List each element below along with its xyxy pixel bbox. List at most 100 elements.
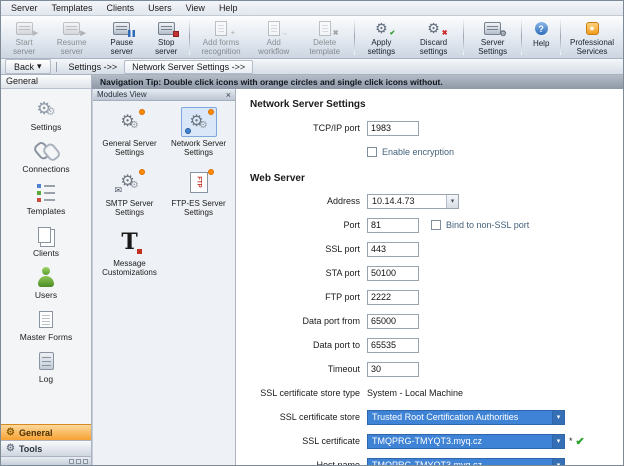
- sidebar-item-templates[interactable]: Templates: [1, 177, 91, 219]
- module-ftp-es-server-settings[interactable]: FTP FTP-ES Server Settings: [164, 167, 233, 217]
- mini-section-icon[interactable]: [69, 459, 74, 464]
- menu-clients[interactable]: Clients: [100, 2, 142, 14]
- page-title: Network Server Settings: [250, 99, 623, 110]
- sidebar-item-clients[interactable]: Clients: [1, 219, 91, 261]
- sidebar-item-users[interactable]: Users: [1, 261, 91, 303]
- data-port-to-row: Data port to: [236, 335, 623, 355]
- apply-settings-button[interactable]: ⚙✔ Apply settings: [357, 17, 406, 57]
- professional-services-button[interactable]: ★ Professional Services: [563, 17, 621, 57]
- stop-server-button[interactable]: Stop server: [145, 17, 187, 57]
- settings-content: Network Server Settings TCP/IP port Enab…: [236, 89, 623, 465]
- enable-encryption-row: Enable encryption: [236, 142, 623, 162]
- pause-server-button[interactable]: Pause server: [98, 17, 145, 57]
- module-label: Network Server Settings: [167, 139, 231, 157]
- toolbar: ▶ Start server ▶ Resume server Pause ser…: [1, 16, 623, 59]
- sta-port-input[interactable]: [367, 266, 419, 281]
- ssl-certificate-store-combobox[interactable]: Trusted Root Certification Authorities ▾: [367, 410, 565, 425]
- toolbar-separator: [463, 19, 464, 55]
- ssl-certificate-combobox[interactable]: TMQPRG-TMYQT3.myq.cz ▾: [367, 434, 565, 449]
- orange-circle-icon: [139, 109, 145, 115]
- sidebar-item-label: Users: [35, 290, 57, 300]
- sidebar-item-master-forms[interactable]: Master Forms: [1, 303, 91, 345]
- menu-users[interactable]: Users: [141, 2, 179, 14]
- tools-icon: ⚙: [6, 444, 15, 454]
- module-smtp-server-settings[interactable]: ⚙⚙ ✉ SMTP Server Settings: [95, 167, 164, 217]
- add-workflow-button[interactable]: → Add workflow: [250, 17, 297, 57]
- sta-port-row: STA port: [236, 263, 623, 283]
- sidebar-item-label: Settings: [31, 122, 62, 132]
- cert-store-type-row: SSL certificate store type System - Loca…: [236, 383, 623, 403]
- stacked-documents-icon: [38, 223, 55, 247]
- sidebar-item-label: Connections: [22, 164, 69, 174]
- menu-view[interactable]: View: [179, 2, 212, 14]
- host-name-combobox[interactable]: TMQPRG-TMYQT3.myq.cz ▾: [367, 458, 565, 466]
- address-combobox[interactable]: 10.14.4.73 ▾: [367, 194, 459, 209]
- combo-value: TMQPRG-TMYQT3.myq.cz: [368, 460, 552, 465]
- field-label: STA port: [248, 268, 360, 278]
- toolbar-button-label: Pause server: [102, 38, 141, 56]
- sidebar-section-tools[interactable]: ⚙ Tools: [1, 440, 91, 456]
- help-button[interactable]: ? Help: [524, 17, 558, 57]
- field-label: Data port to: [248, 340, 360, 350]
- enable-encryption-checkbox[interactable]: [367, 147, 377, 157]
- menu-help[interactable]: Help: [212, 2, 245, 14]
- breadcrumb-network-server-settings[interactable]: Network Server Settings ->>: [124, 60, 253, 74]
- pause-server-icon: [110, 20, 134, 36]
- chevron-down-icon[interactable]: ▾: [552, 435, 564, 448]
- module-label: General Server Settings: [98, 139, 162, 157]
- breadcrumb-settings[interactable]: Settings ->>: [62, 61, 125, 73]
- module-general-server-settings[interactable]: ⚙⚙ General Server Settings: [95, 107, 164, 157]
- data-port-from-input[interactable]: [367, 314, 419, 329]
- module-label: SMTP Server Settings: [98, 199, 162, 217]
- chevron-down-icon[interactable]: ▾: [446, 195, 458, 208]
- field-label: Data port from: [248, 316, 360, 326]
- sidebar-item-settings[interactable]: ⚙⚙ Settings: [1, 93, 91, 135]
- toolbar-button-label: Stop server: [149, 38, 183, 56]
- field-label: Port: [248, 220, 360, 230]
- mini-section-icon[interactable]: [76, 459, 81, 464]
- sidebar-footer[interactable]: [1, 456, 91, 465]
- gears-envelope-icon: ⚙⚙ ✉: [112, 167, 148, 197]
- close-icon[interactable]: ×: [226, 90, 231, 100]
- field-label: FTP port: [248, 292, 360, 302]
- menu-server[interactable]: Server: [4, 2, 45, 14]
- field-label: SSL certificate store type: [248, 388, 360, 398]
- chevron-down-icon[interactable]: ▾: [552, 411, 564, 424]
- stop-server-icon: [154, 20, 178, 36]
- back-button[interactable]: Back ▾: [5, 59, 51, 74]
- sidebar-item-label: Master Forms: [20, 332, 72, 342]
- mini-section-icon[interactable]: [83, 459, 88, 464]
- port-row: Port Bind to non-SSL port: [236, 215, 623, 235]
- module-network-server-settings[interactable]: ⚙⚙ Network Server Settings: [164, 107, 233, 157]
- ssl-port-input[interactable]: [367, 242, 419, 257]
- discard-settings-button[interactable]: ⚙✖ Discard settings: [406, 17, 461, 57]
- bind-non-ssl-checkbox[interactable]: [431, 220, 441, 230]
- sidebar-section-general[interactable]: ⚙ General: [1, 424, 91, 440]
- chevron-down-icon[interactable]: ▾: [552, 459, 564, 466]
- toolbar-button-label: Delete template: [301, 38, 347, 56]
- field-label: Host name: [248, 460, 360, 465]
- sidebar-item-label: Templates: [27, 206, 66, 216]
- data-port-from-row: Data port from: [236, 311, 623, 331]
- module-message-customizations[interactable]: T Message Customizations: [95, 227, 164, 277]
- delete-template-button[interactable]: ✖ Delete template: [297, 17, 351, 57]
- tcp-ip-port-input[interactable]: [367, 121, 419, 136]
- resume-server-button[interactable]: ▶ Resume server: [45, 17, 98, 57]
- checkbox-label: Bind to non-SSL port: [446, 220, 529, 230]
- ftp-port-input[interactable]: [367, 290, 419, 305]
- toolbar-button-label: Server Settings: [470, 38, 515, 56]
- sidebar-item-log[interactable]: Log: [1, 345, 91, 387]
- toolbar-separator: [189, 19, 190, 55]
- log-icon: [39, 349, 54, 373]
- port-input[interactable]: [367, 218, 419, 233]
- data-port-to-input[interactable]: [367, 338, 419, 353]
- section-label: General: [19, 428, 53, 438]
- server-settings-button[interactable]: ⚙ Server Settings: [466, 17, 519, 57]
- add-forms-recognition-button[interactable]: + Add forms recognition: [192, 17, 250, 57]
- timeout-input[interactable]: [367, 362, 419, 377]
- back-button-label: Back: [14, 62, 34, 72]
- start-server-icon: ▶: [12, 20, 36, 36]
- sidebar-item-connections[interactable]: Connections: [1, 135, 91, 177]
- start-server-button[interactable]: ▶ Start server: [3, 17, 45, 57]
- menu-templates[interactable]: Templates: [45, 2, 100, 14]
